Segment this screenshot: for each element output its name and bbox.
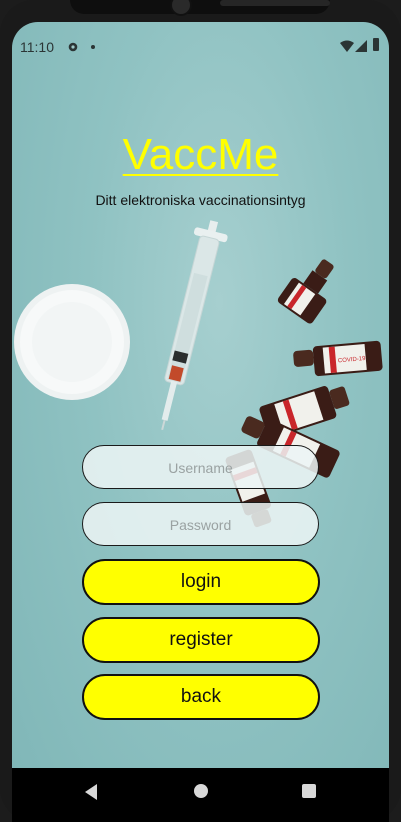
recents-square-icon[interactable] xyxy=(302,784,316,798)
status-bar: 11:10 xyxy=(12,22,389,70)
battery-icon xyxy=(373,38,379,51)
navigation-bar xyxy=(12,768,389,822)
syringe-icon xyxy=(161,220,228,431)
phone-frame: COVID-19 11:10 VaccMe Ditt elektroniska … xyxy=(0,0,401,822)
login-button[interactable]: login xyxy=(82,559,320,605)
back-triangle-icon[interactable] xyxy=(85,784,97,800)
vial-icon: COVID-19 xyxy=(293,340,383,377)
vial-icon xyxy=(277,259,334,324)
app-subtitle: Ditt elektroniska vaccinationsintyg xyxy=(95,192,306,208)
signal-icon xyxy=(355,40,367,52)
password-input[interactable]: Password xyxy=(82,502,319,546)
wifi-icon xyxy=(340,40,354,52)
gear-icon xyxy=(68,42,78,52)
app-title: VaccMe xyxy=(122,130,279,179)
back-button[interactable]: back xyxy=(82,674,320,720)
status-time: 11:10 xyxy=(20,39,54,55)
register-button[interactable]: register xyxy=(82,617,320,663)
app-screen: COVID-19 11:10 VaccMe Ditt elektroniska … xyxy=(12,22,389,822)
notification-dot-icon xyxy=(91,45,95,49)
camera-icon xyxy=(170,0,192,16)
phone-top-bezel xyxy=(70,0,330,16)
speaker-grille xyxy=(220,0,330,6)
cotton-pad-icon xyxy=(14,284,130,400)
home-circle-icon[interactable] xyxy=(194,784,208,798)
username-input[interactable]: Username xyxy=(82,445,319,489)
